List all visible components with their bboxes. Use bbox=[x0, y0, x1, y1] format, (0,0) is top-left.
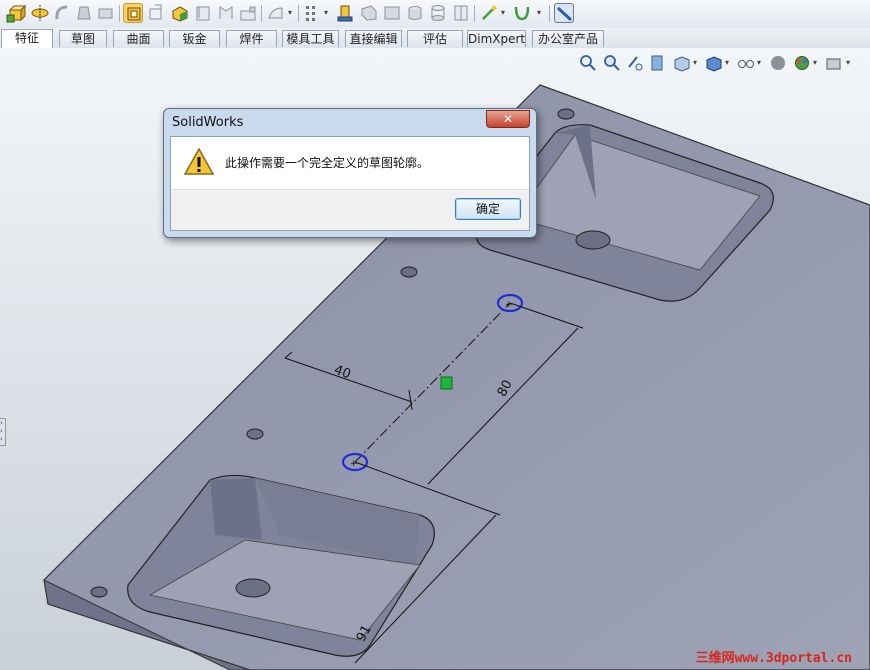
rib-icon[interactable] bbox=[238, 3, 258, 23]
svg-text:+: + bbox=[350, 459, 358, 469]
tab-weldments[interactable]: 焊件 bbox=[226, 30, 277, 47]
fillet-icon[interactable] bbox=[336, 3, 356, 23]
previous-view-icon[interactable] bbox=[625, 53, 645, 73]
reference-geometry-icon[interactable] bbox=[405, 3, 425, 23]
warning-icon bbox=[183, 147, 215, 177]
chevron-down-icon[interactable]: ▾ bbox=[288, 9, 296, 17]
tab-evaluate[interactable]: 评估 bbox=[407, 30, 463, 47]
heads-up-view-toolbar: ▾ ▾ ▾ ▾ ▾ bbox=[578, 53, 858, 75]
dialog-title: SolidWorks bbox=[172, 115, 244, 130]
draft-icon[interactable] bbox=[266, 3, 286, 23]
panel-expand-handle[interactable]: › › › bbox=[0, 418, 6, 446]
revolve-icon[interactable] bbox=[30, 3, 50, 23]
display-style-icon[interactable] bbox=[704, 53, 724, 73]
chevron-down-icon[interactable]: ▾ bbox=[846, 59, 854, 67]
swept-icon[interactable] bbox=[52, 3, 72, 23]
view-settings-icon[interactable] bbox=[824, 53, 844, 73]
dialog-message: 此操作需要一个完全定义的草图轮廓。 bbox=[225, 156, 430, 170]
dialog-body: 此操作需要一个完全定义的草图轮廓。 确定 bbox=[170, 136, 530, 231]
features-toolbar: ▾ ▾ ▾ ▾ bbox=[0, 0, 870, 29]
zoom-to-fit-icon[interactable] bbox=[578, 53, 598, 73]
hole-wizard-icon[interactable] bbox=[382, 3, 402, 23]
view-orientation-icon[interactable] bbox=[672, 53, 692, 73]
tab-surfaces[interactable]: 曲面 bbox=[113, 30, 164, 47]
feature-icon[interactable] bbox=[193, 3, 213, 23]
chevron-down-icon[interactable]: ▾ bbox=[725, 59, 733, 67]
shell-icon[interactable] bbox=[216, 3, 236, 23]
tab-features[interactable]: 特征 bbox=[1, 29, 53, 48]
instant3d-icon[interactable] bbox=[479, 3, 499, 23]
chevron-down-icon[interactable]: ▾ bbox=[324, 9, 332, 17]
close-button[interactable]: ✕ bbox=[486, 110, 530, 128]
chevron-down-icon[interactable]: ▾ bbox=[693, 59, 701, 67]
split-icon[interactable] bbox=[451, 3, 471, 23]
chevron-down-icon[interactable]: ▾ bbox=[501, 9, 509, 17]
chevron-down-icon[interactable]: ▾ bbox=[757, 59, 765, 67]
curve-tool-icon[interactable] bbox=[512, 3, 532, 23]
command-manager-tabs: 特征 草图 曲面 钣金 焊件 模具工具 直接编辑 评估 DimXpert 办公室… bbox=[0, 28, 870, 49]
chamfer-icon[interactable] bbox=[359, 3, 379, 23]
section-view-icon[interactable] bbox=[648, 53, 668, 73]
tab-dimxpert[interactable]: DimXpert bbox=[467, 30, 526, 47]
hide-show-items-icon[interactable] bbox=[736, 53, 756, 73]
edit-appearance-icon[interactable] bbox=[768, 53, 788, 73]
zoom-area-icon[interactable] bbox=[602, 53, 622, 73]
dialog-footer: 确定 bbox=[171, 189, 529, 230]
tab-direct-editing[interactable]: 直接编辑 bbox=[345, 30, 402, 47]
sketch-icon[interactable] bbox=[123, 3, 143, 23]
extruded-boss-icon[interactable] bbox=[6, 3, 26, 23]
3d-sketch-icon[interactable] bbox=[170, 3, 190, 23]
curves-icon[interactable] bbox=[428, 3, 448, 23]
chevron-down-icon[interactable]: ▾ bbox=[813, 59, 821, 67]
chevron-down-icon[interactable]: ▾ bbox=[537, 9, 545, 17]
tab-office-products[interactable]: 办公室产品 bbox=[532, 30, 604, 47]
pattern-icon[interactable] bbox=[303, 3, 323, 23]
boundary-icon[interactable] bbox=[96, 3, 116, 23]
tab-mold-tools[interactable]: 模具工具 bbox=[282, 30, 339, 47]
message-dialog: SolidWorks ✕ 此操作需要一个完全定义的草图轮廓。 确定 bbox=[163, 108, 537, 238]
apply-scene-icon[interactable] bbox=[792, 53, 812, 73]
tab-sheet-metal[interactable]: 钣金 bbox=[169, 30, 220, 47]
ok-button[interactable]: 确定 bbox=[455, 198, 521, 220]
rapid-sketch-icon[interactable] bbox=[554, 3, 574, 23]
svg-text:+: + bbox=[505, 300, 513, 310]
tab-sketch[interactable]: 草图 bbox=[59, 30, 107, 47]
watermark: 三维网www.3dportal.cn bbox=[695, 651, 852, 666]
lofted-icon[interactable] bbox=[74, 3, 94, 23]
smart-dimension-icon[interactable] bbox=[146, 3, 166, 23]
